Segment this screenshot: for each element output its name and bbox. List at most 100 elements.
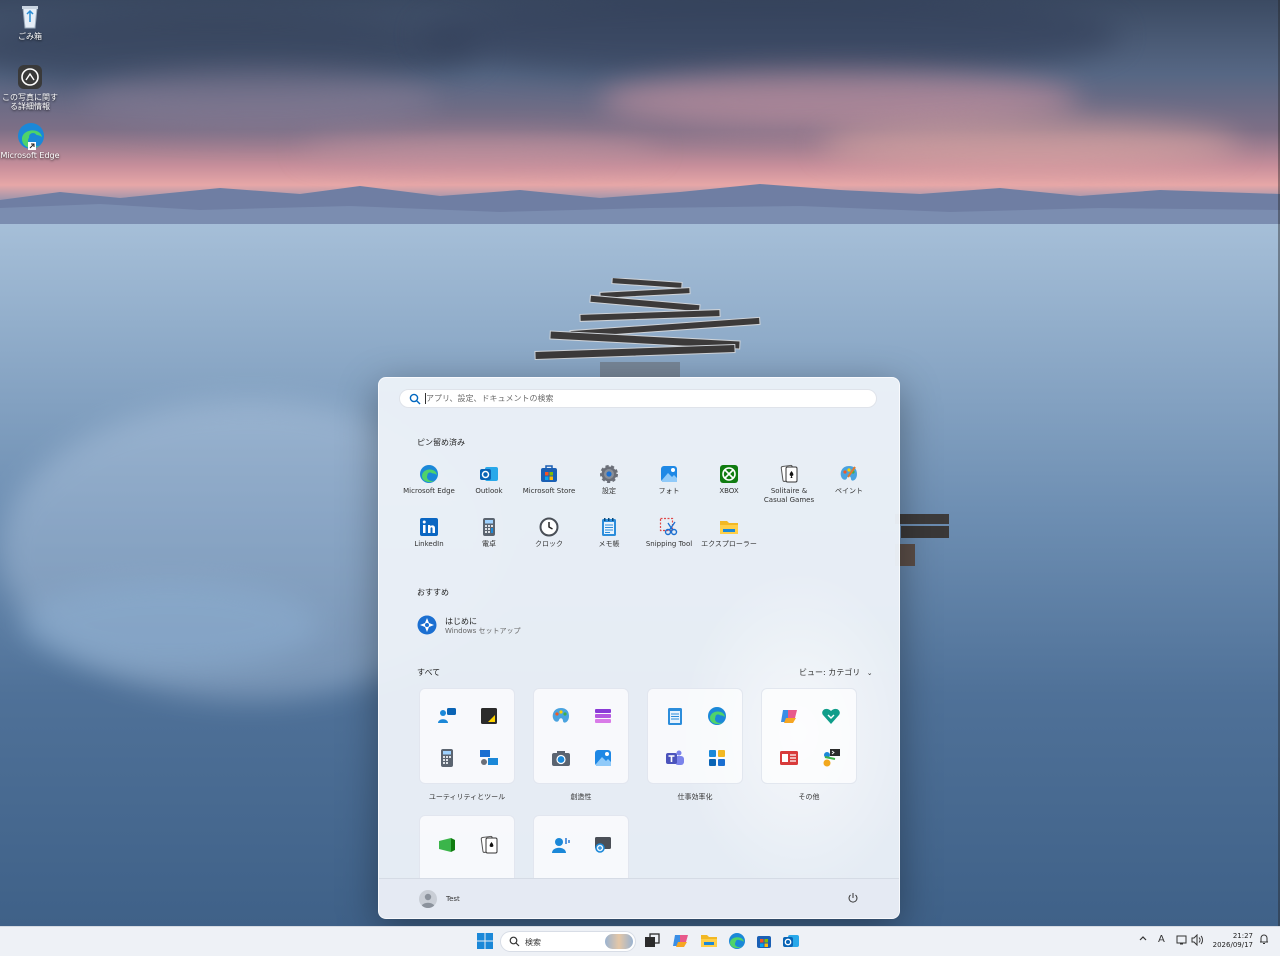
driftwood-pier-far <box>895 514 949 566</box>
pinned-app-settings[interactable]: 設定 <box>579 464 639 496</box>
chevron-up-icon <box>1139 936 1147 941</box>
edge-icon <box>707 706 727 726</box>
pinned-app-label: Outlook <box>475 487 503 495</box>
taskbar-microsoft-store[interactable] <box>755 932 773 950</box>
get-started-icon <box>417 615 437 635</box>
notepad-icon <box>665 706 685 726</box>
pinned-app-label: メモ帳 <box>598 540 620 548</box>
taskbar-search[interactable]: 検索 <box>500 931 636 952</box>
pinned-app-label: フォト <box>658 487 680 495</box>
pinned-app-microsoft-edge[interactable]: Microsoft Edge <box>399 464 459 496</box>
xbox-icon <box>719 464 739 484</box>
copilot-icon <box>779 706 799 726</box>
taskbar-copilot[interactable] <box>672 932 690 950</box>
pinned-app-microsoft-store[interactable]: Microsoft Store <box>519 464 579 496</box>
pinned-app-label: Solitaire & Casual Games <box>763 487 815 504</box>
clock-date: 2026/09/17 <box>1212 941 1253 949</box>
power-button[interactable] <box>847 892 859 904</box>
pinned-app-label: 電卓 <box>482 540 496 548</box>
search-icon <box>409 393 421 405</box>
show-hidden-icons[interactable] <box>1138 933 1148 946</box>
taskbar-outlook[interactable] <box>782 932 800 950</box>
taskbar-edge[interactable] <box>728 932 746 950</box>
pinned-app-file-explorer[interactable]: エクスプローラー <box>699 517 759 549</box>
notifications-button[interactable] <box>1258 933 1270 948</box>
clipchamp-icon <box>593 706 613 726</box>
outlook-icon <box>479 464 499 484</box>
all-apps-section-title: すべて <box>417 668 441 677</box>
pinned-app-snipping-tool[interactable]: Snipping Tool <box>639 517 699 549</box>
pinned-app-label: 設定 <box>602 487 616 495</box>
recommended-section-title: おすすめ <box>417 588 449 597</box>
category-label: 仕事効率化 <box>677 793 713 801</box>
category-folder-creativity[interactable] <box>533 688 629 784</box>
desktop-icon-microsoft-edge[interactable]: Microsoft Edge <box>0 121 60 160</box>
pinned-app-photos[interactable]: フォト <box>639 464 699 496</box>
desktop-icon-photo-details[interactable]: この写真に関する詳細情報 <box>0 63 60 111</box>
taskbar-file-explorer[interactable] <box>700 932 718 950</box>
start-search-input[interactable]: アプリ、設定、ドキュメントの検索 <box>399 389 877 408</box>
pinned-app-paint[interactable]: ペイント <box>819 464 879 496</box>
start-button[interactable] <box>476 932 494 950</box>
pinned-app-calculator[interactable]: 電卓 <box>459 517 519 549</box>
pinned-app-clock[interactable]: クロック <box>519 517 579 549</box>
paint-icon <box>551 706 571 726</box>
file-explorer-icon <box>701 935 717 947</box>
magnifier-icon <box>593 835 613 855</box>
search-placeholder: アプリ、設定、ドキュメントの検索 <box>426 394 554 403</box>
recommended-item-get-started[interactable]: はじめに Windows セットアップ <box>417 614 617 638</box>
search-highlight-image <box>605 934 633 949</box>
edge-icon <box>729 933 745 949</box>
taskbar-clock[interactable]: 21:27 2026/09/17 <box>1209 932 1253 950</box>
pinned-app-label: Microsoft Edge <box>403 487 455 495</box>
power-icon <box>848 893 858 903</box>
people-chat-icon <box>437 706 457 726</box>
pinned-section-title: ピン留め済み <box>417 438 465 447</box>
search-icon <box>509 936 520 947</box>
task-view-icon <box>645 933 660 947</box>
desktop-icon-recycle-bin[interactable]: ごみ箱 <box>0 2 60 41</box>
view-category-toggle[interactable]: ビュー: カテゴリ ⌄ <box>799 667 873 678</box>
clock-time: 21:27 <box>1232 932 1253 940</box>
task-view-button[interactable] <box>643 932 661 950</box>
pinned-app-notepad[interactable]: メモ帳 <box>579 517 639 549</box>
category-folder-accessibility[interactable] <box>533 815 629 885</box>
pinned-app-label: クロック <box>535 540 563 548</box>
mountains-silhouette <box>0 184 1280 224</box>
pinned-app-xbox[interactable]: XBOX <box>699 464 759 496</box>
category-folder-productivity[interactable] <box>647 688 743 784</box>
pinned-app-outlook[interactable]: Outlook <box>459 464 519 496</box>
chevron-down-icon: ⌄ <box>866 669 873 677</box>
teams-icon <box>665 748 685 768</box>
volume-icon <box>1191 933 1198 947</box>
category-label: ユーティリティとツール <box>428 793 506 801</box>
view-toggle-label: ビュー: カテゴリ <box>799 668 861 677</box>
photos-icon <box>659 464 679 484</box>
windows-logo-icon <box>477 933 493 949</box>
pinned-app-solitaire[interactable]: Solitaire & Casual Games <box>759 464 819 505</box>
ime-indicator[interactable]: A <box>1158 934 1165 945</box>
network-volume-group[interactable] <box>1176 933 1204 949</box>
quick-assist-icon <box>707 748 727 768</box>
notepad-icon <box>599 517 619 537</box>
desktop-icon-label: この写真に関する詳細情報 <box>2 93 58 111</box>
terminal-icon <box>821 748 841 768</box>
linkedin-icon <box>419 517 439 537</box>
driftwood-pier <box>534 278 761 378</box>
category-label: その他 <box>798 793 820 801</box>
solitaire-icon <box>779 464 799 484</box>
calculator-icon <box>437 748 457 768</box>
pinned-app-label: エクスプローラー <box>701 540 757 548</box>
category-folder-utilities[interactable] <box>419 688 515 784</box>
health-icon <box>821 706 841 726</box>
category-folder-games[interactable] <box>419 815 515 885</box>
recommended-item-subtitle: Windows セットアップ <box>445 627 521 635</box>
snipping-tool-icon <box>659 517 679 537</box>
pinned-app-linkedin[interactable]: LinkedIn <box>399 517 459 549</box>
camera-icon <box>551 748 571 768</box>
recycle-bin-icon <box>16 2 44 30</box>
notification-bell-icon <box>1260 934 1268 944</box>
news-icon <box>779 748 799 768</box>
category-folder-other[interactable] <box>761 688 857 784</box>
paint-icon <box>839 464 859 484</box>
